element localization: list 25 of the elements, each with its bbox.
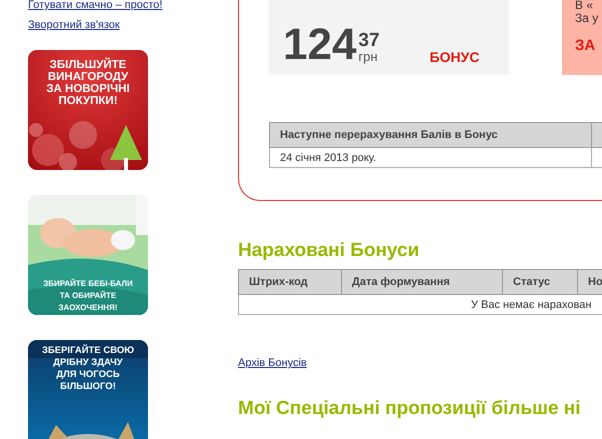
archive-link[interactable]: Архів Бонусів [238, 357, 602, 369]
promo-banner[interactable]: ЗБІЛЬШУЙТЕ ВИНАГОРОДУ ЗА НОВОРІЧНІ ПОКУПКИ! [28, 50, 148, 170]
bonus-label: БОНУС [430, 49, 480, 65]
sidebar-link[interactable]: Готувати смачно – просто! [28, 0, 238, 11]
promo-action: ЗА [575, 37, 596, 54]
banner-text: ЗБИРАЙТЕ БЕБІ-БАЛИ ТА ОБИРАЙТЕ ЗАОХОЧЕННЯ! [43, 278, 133, 314]
sidebar-link[interactable]: Зворотний зв'язок [28, 18, 238, 32]
promo-banner[interactable]: ЗБИРАЙТЕ БЕБІ-БАЛИ ТА ОБИРАЙТЕ ЗАОХОЧЕННЯ! [28, 195, 148, 315]
section-title: Мої Спеціальні пропозиції більше ні [238, 397, 582, 421]
promo-text: В « [575, 0, 594, 11]
section-title: Нараховані Бонуси [238, 239, 420, 263]
balance-amount: 124 [283, 25, 356, 65]
banner-text: ЗБІЛЬШУЙТЕ ВИНАГОРОДУ ЗА НОВОРІЧНІ ПОКУПКИ! [46, 56, 130, 107]
promo-text: За у [575, 11, 600, 25]
empty-message: У Вас немає нарахован [238, 294, 602, 314]
currency-label: грн [358, 50, 379, 63]
table-header: Но [578, 270, 602, 294]
table-header: Статус [502, 270, 578, 294]
promo-banner[interactable]: ЗБЕРІГАЙТЕ СВОЮ ДРІБНУ ЗДАЧУ ДЛЯ ЧОГОСЬ БІЛЬШОГО! [28, 340, 148, 439]
table-header: Дата формування [342, 270, 502, 294]
banner-text: ЗБЕРІГАЙТЕ СВОЮ ДРІБНУ ЗДАЧУ ДЛЯ ЧОГОСЬ БІЛЬШОГО! [42, 343, 134, 393]
table-cell: 24 січня 2013 року. [270, 148, 592, 168]
balance-fraction: 37 [358, 31, 380, 50]
table-header: Штрих-код [238, 270, 342, 294]
table-header: Наступне перерахування Балів в Бонус [270, 122, 592, 148]
